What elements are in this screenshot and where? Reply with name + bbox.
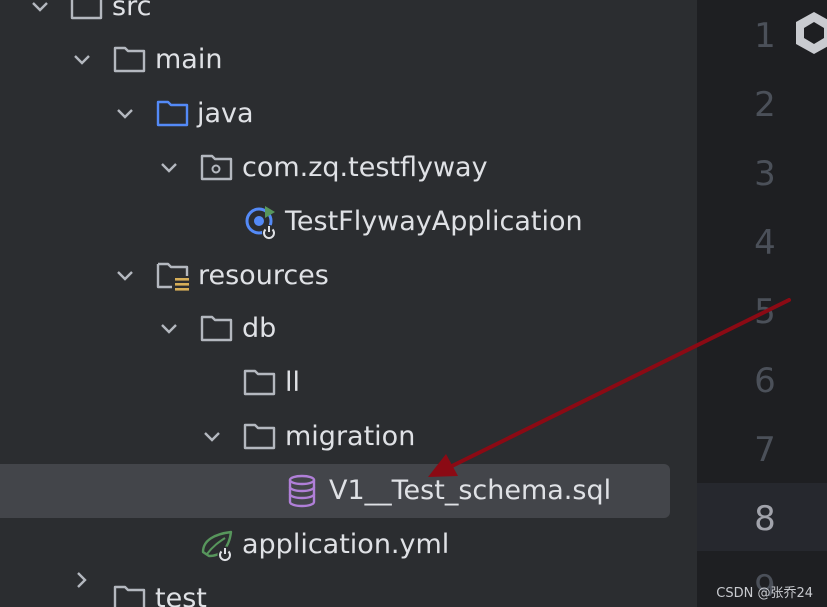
folder-icon [70, 0, 104, 23]
spring-config-icon [199, 528, 233, 562]
chevron-down-icon[interactable] [26, 0, 56, 34]
tree-item-label: com.zq.testflyway [242, 152, 488, 183]
line-number: 6 [754, 361, 776, 401]
tree-item-main[interactable]: main [0, 33, 670, 87]
tree-item-src[interactable]: src [0, 0, 670, 34]
folder-icon [243, 421, 277, 453]
line-number: 2 [754, 85, 776, 125]
tree-item-label: V1__Test_schema.sql [329, 475, 612, 506]
tree-item-application-yml[interactable]: application.yml [0, 518, 670, 572]
package-icon [200, 152, 234, 184]
line-number: 4 [754, 223, 776, 263]
watermark: CSDN @张乔24 [716, 586, 813, 601]
folder-icon [200, 313, 234, 345]
tree-item-db[interactable]: db [0, 302, 670, 356]
line-number: 3 [754, 154, 776, 194]
tree-item-migration[interactable]: migration [0, 410, 670, 464]
tree-item-label: application.yml [242, 529, 450, 560]
line-number-current: 8 [754, 499, 776, 539]
source-folder-icon [156, 98, 190, 130]
tree-item-label: resources [198, 260, 329, 291]
tree-item-label: TestFlywayApplication [285, 206, 583, 237]
project-tree-panel: src main java com.zq.testflyway TestFlyw… [0, 0, 697, 607]
tree-item-ll[interactable]: ll [0, 356, 670, 410]
database-sql-icon [287, 474, 321, 508]
editor-logo-icon [796, 10, 827, 60]
tree-item-label: test [155, 583, 207, 607]
tree-item-label: src [112, 0, 152, 22]
chevron-down-icon[interactable] [111, 87, 141, 141]
chevron-down-icon[interactable] [68, 33, 98, 87]
line-number: 5 [754, 292, 776, 332]
spring-boot-run-class-icon [243, 204, 277, 239]
folder-icon [113, 44, 147, 76]
tree-item-label: java [197, 98, 254, 129]
tree-item-testflywayapplication[interactable]: TestFlywayApplication [0, 195, 670, 249]
chevron-down-icon[interactable] [155, 141, 185, 195]
folder-icon [113, 583, 147, 607]
tree-item-resources[interactable]: resources [0, 249, 670, 303]
tree-item-test[interactable]: test [0, 572, 670, 607]
tree-item-java[interactable]: java [0, 87, 670, 141]
chevron-right-icon[interactable] [68, 572, 98, 607]
line-number: 7 [754, 430, 776, 470]
chevron-down-icon[interactable] [111, 249, 141, 303]
tree-item-label: ll [285, 367, 301, 398]
line-number: 1 [754, 16, 776, 56]
chevron-down-icon[interactable] [198, 410, 228, 464]
tree-item-v1-test-schema-sql[interactable]: V1__Test_schema.sql [0, 464, 670, 518]
resources-folder-icon [156, 260, 190, 292]
folder-icon [243, 367, 277, 399]
tree-item-label: migration [285, 421, 416, 452]
tree-item-label: main [155, 44, 223, 75]
chevron-down-icon[interactable] [155, 302, 185, 356]
tree-item-package[interactable]: com.zq.testflyway [0, 141, 670, 195]
ide-window: src main java com.zq.testflyway TestFlyw… [0, 0, 827, 607]
tree-item-label: db [242, 313, 277, 344]
